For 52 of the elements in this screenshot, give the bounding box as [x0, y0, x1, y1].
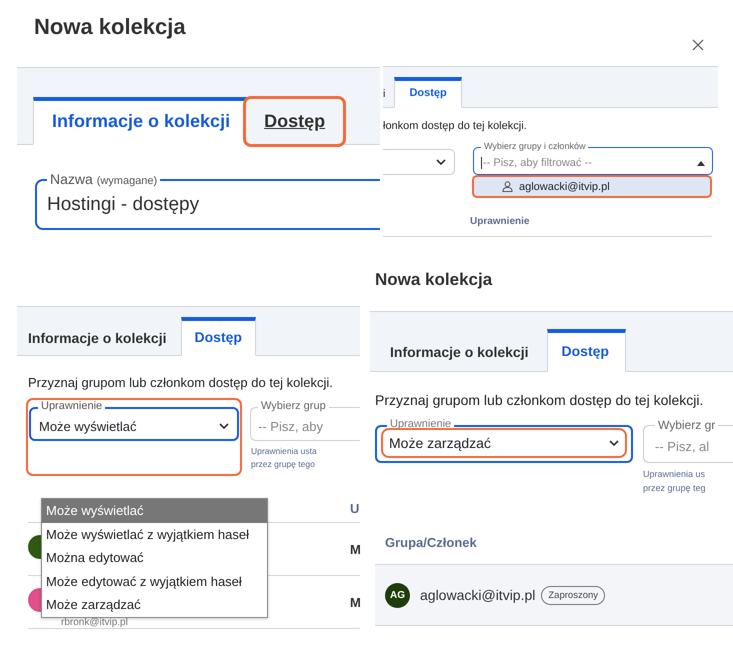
member-email: rbronk@itvip.pl — [61, 617, 128, 628]
field-label: Wybierz gr — [655, 419, 718, 431]
member-option[interactable]: aglowacki@itvip.pl — [472, 175, 712, 198]
column-header: Uprawnienie — [383, 216, 712, 237]
intro-text: Przyznaj grupom lub członkom dostęp do tej kolekcji. — [375, 392, 704, 408]
field-placeholder: -- Pisz, aby — [258, 418, 324, 434]
tab[interactable]: Dostęp — [394, 77, 462, 108]
menu-option[interactable]: Może wyświetlać — [42, 499, 267, 522]
permission-text: M — [350, 594, 360, 610]
tab[interactable]: Informacje o kolekcji — [28, 318, 180, 356]
permission-select[interactable]: Uprawnienie Może wyświetlać — [29, 401, 239, 441]
close-icon[interactable] — [692, 39, 704, 51]
field-value: Hostingi - dostępy — [47, 194, 200, 216]
member-field[interactable]: Wybierz grup -- Pisz, aby — [250, 401, 360, 441]
menu-option[interactable]: Może wyświetlać z wyjątkiem haseł — [42, 522, 267, 546]
field-label: Nazwa (wymagane) — [47, 172, 160, 187]
chevron-down-icon — [609, 440, 619, 446]
person-icon — [502, 181, 513, 192]
status-badge: Zaproszony — [541, 586, 606, 604]
chevron-down-icon — [436, 159, 446, 165]
tab[interactable]: Informacje o kolekcji — [375, 330, 546, 372]
hint-text: przez grupę teg — [643, 482, 707, 495]
tab[interactable]: Informacje o kolekcji — [33, 97, 250, 145]
avatar: AG — [385, 582, 410, 608]
hint-text: Uprawnienia us — [643, 468, 706, 481]
field-placeholder: -- Pisz, aby filtrować -- — [481, 157, 697, 169]
column-header: U — [350, 500, 360, 516]
field-placeholder: -- Pisz, al — [655, 438, 710, 454]
member-field[interactable]: Wybierz gr -- Pisz, al — [643, 419, 733, 463]
tab[interactable]: Dostęp — [180, 317, 256, 356]
dialog-title: Nowa kolekcja — [375, 270, 494, 291]
chevron-down-icon — [219, 423, 229, 429]
menu-option[interactable]: Może edytować z wyjątkiem haseł — [42, 570, 267, 593]
menu-option[interactable]: Można edytować — [42, 546, 267, 570]
permission-text: M — [350, 542, 360, 556]
field-label: Uprawnienie — [38, 401, 106, 412]
field-value: Może zarządzać — [389, 435, 492, 451]
tab[interactable]: Dostęp — [243, 96, 346, 147]
intro-text: Przyznaj grupom lub członkom dostęp do tej kolekcji. — [28, 375, 334, 390]
dialog-title: Nowa kolekcja — [34, 14, 187, 41]
hint-text: Uprawnienia usta — [251, 445, 318, 458]
intro-text: łonkom dostęp do tej kolekcji. — [383, 120, 528, 132]
field-label: Wybierz grupy i członków — [481, 142, 588, 151]
hint-text: przez grupę tego — [251, 458, 316, 471]
field-label: Wybierz grup — [258, 401, 329, 412]
tab[interactable]: Dostęp — [546, 329, 626, 372]
tab[interactable]: i — [383, 78, 394, 108]
menu-option[interactable]: Może zarządzać — [42, 593, 267, 616]
member-email: aglowacki@itvip.pl — [420, 587, 536, 603]
member-field[interactable]: Wybierz grupy i członków -- Pisz, aby filtrować -- — [473, 142, 713, 175]
permission-select[interactable]: Uprawnienie Może zarządzać — [375, 419, 633, 463]
caret-up-icon — [697, 160, 705, 166]
